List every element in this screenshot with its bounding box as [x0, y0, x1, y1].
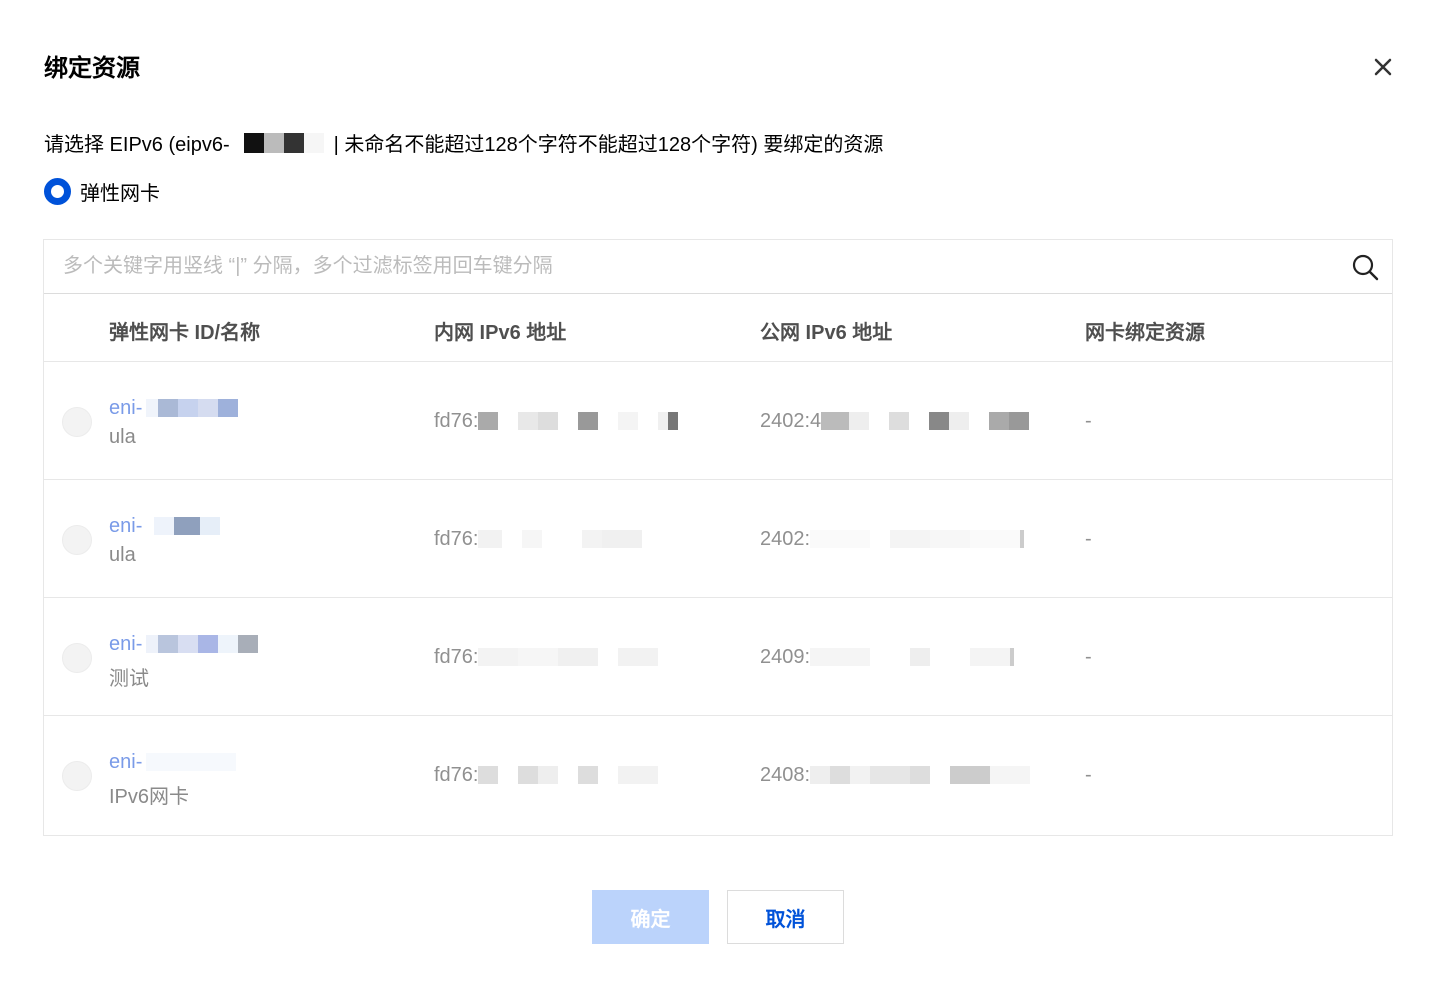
redacted-id: [146, 752, 237, 772]
column-header-private-ipv6: 内网 IPv6 地址: [434, 322, 567, 344]
redacted-eip-id: [243, 132, 324, 153]
resource-type-radio[interactable]: 弹性网卡: [44, 177, 160, 206]
eni-id-text[interactable]: eni-: [109, 751, 142, 774]
eni-id-text[interactable]: eni-: [109, 397, 142, 420]
redacted-address: [478, 765, 659, 785]
table-row: eni- ula fd76: 2402: -: [44, 480, 1392, 598]
private-ipv6-text: fd76:: [434, 409, 479, 432]
eni-id-link[interactable]: eni-: [109, 394, 239, 422]
eni-name: ula: [109, 426, 136, 448]
confirm-button[interactable]: 确定: [592, 890, 709, 944]
bound-resource-cell: -: [1085, 645, 1092, 668]
resource-table-panel: 弹性网卡 ID/名称 内网 IPv6 地址 公网 IPv6 地址 网卡绑定资源 …: [43, 239, 1393, 836]
redacted-address: [810, 647, 1015, 667]
public-ipv6-text: 2402:4: [760, 409, 822, 432]
prompt-suffix: | 未命名不能超过128个字符不能超过128个字符) 要绑定的资源: [333, 134, 884, 156]
bound-resource-cell: -: [1085, 527, 1092, 550]
redacted-address: [810, 529, 1025, 549]
redacted-address: [821, 411, 1030, 431]
bound-resource-cell: -: [1085, 763, 1092, 786]
public-ipv6-text: 2408:: [760, 763, 811, 786]
eni-cell: eni- ula: [109, 394, 239, 449]
private-ipv6-text: fd76:: [434, 527, 479, 550]
eni-id-text[interactable]: eni-: [109, 515, 142, 538]
column-header-eni: 弹性网卡 ID/名称: [109, 322, 261, 344]
eni-cell: eni- IPv6网卡: [109, 748, 237, 809]
redacted-address: [478, 529, 643, 549]
search-bar: [44, 240, 1392, 294]
eni-cell: eni- 测试: [109, 630, 259, 691]
public-ipv6-text: 2402:: [760, 527, 811, 550]
private-ipv6-cell: fd76:: [434, 409, 679, 433]
table-header: 弹性网卡 ID/名称 内网 IPv6 地址 公网 IPv6 地址 网卡绑定资源: [44, 294, 1392, 362]
bind-prompt: 请选择 EIPv6 (eipv6- | 未命名不能超过128个字符不能超过128…: [44, 128, 883, 157]
private-ipv6-text: fd76:: [434, 763, 479, 786]
public-ipv6-cell: 2409:: [760, 645, 1015, 669]
column-header-public-ipv6: 公网 IPv6 地址: [760, 322, 893, 344]
public-ipv6-text: 2409:: [760, 645, 811, 668]
radio-selected-icon[interactable]: [44, 178, 71, 205]
eni-id-text[interactable]: eni-: [109, 633, 142, 656]
redacted-id: [146, 398, 239, 418]
redacted-address: [478, 647, 659, 667]
bound-resource-cell: -: [1085, 409, 1092, 432]
row-radio[interactable]: [62, 525, 92, 555]
row-radio[interactable]: [62, 407, 92, 437]
search-input[interactable]: [44, 240, 1304, 292]
redacted-id: [154, 516, 221, 536]
public-ipv6-cell: 2402:: [760, 527, 1025, 551]
eni-id-link[interactable]: eni-: [109, 748, 237, 776]
private-ipv6-cell: fd76:: [434, 527, 643, 551]
private-ipv6-cell: fd76:: [434, 645, 659, 669]
eni-id-link[interactable]: eni-: [109, 512, 221, 540]
prompt-prefix: 请选择 EIPv6 (eipv6-: [44, 134, 230, 156]
close-icon[interactable]: [1368, 52, 1398, 82]
cancel-button[interactable]: 取消: [727, 890, 844, 944]
table-row: eni- IPv6网卡 fd76: 2408: -: [44, 716, 1392, 834]
table-row: eni- 测试 fd76: 2409: -: [44, 598, 1392, 716]
column-header-bound-resource: 网卡绑定资源: [1085, 322, 1205, 344]
row-radio[interactable]: [62, 761, 92, 791]
dialog-title: 绑定资源: [44, 55, 140, 82]
row-radio[interactable]: [62, 643, 92, 673]
eni-cell: eni- ula: [109, 512, 221, 567]
eni-name: IPv6网卡: [109, 786, 190, 808]
eni-id-link[interactable]: eni-: [109, 630, 259, 658]
eni-name: ula: [109, 544, 136, 566]
private-ipv6-cell: fd76:: [434, 763, 659, 787]
eni-name: 测试: [109, 668, 149, 690]
public-ipv6-cell: 2402:4: [760, 409, 1030, 433]
redacted-address: [478, 411, 679, 431]
table-row: eni- ula fd76: 2402:4 -: [44, 362, 1392, 480]
redacted-id: [146, 634, 259, 654]
redacted-address: [810, 765, 1031, 785]
public-ipv6-cell: 2408:: [760, 763, 1031, 787]
search-icon[interactable]: [1350, 252, 1380, 282]
private-ipv6-text: fd76:: [434, 645, 479, 668]
resource-type-label: 弹性网卡: [80, 183, 160, 205]
